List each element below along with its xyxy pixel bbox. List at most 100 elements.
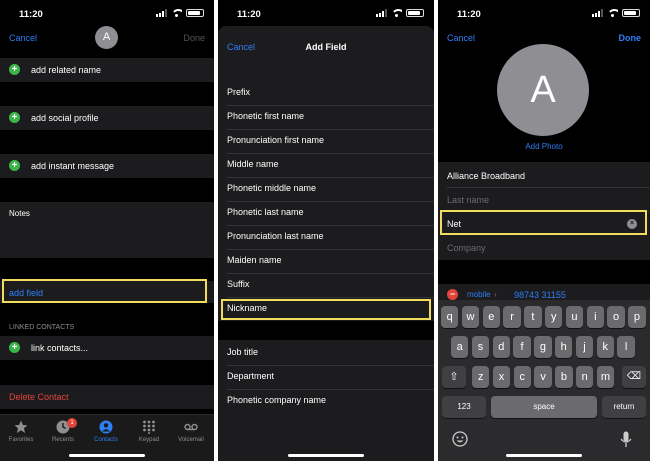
avatar[interactable]: A: [497, 44, 589, 136]
numbers-key[interactable]: 123: [442, 396, 486, 418]
add-instant-message-row[interactable]: + add instant message: [0, 154, 214, 178]
key-w[interactable]: w: [461, 306, 480, 328]
field-option[interactable]: Department: [227, 371, 274, 381]
done-button[interactable]: Done: [183, 33, 205, 43]
key-l[interactable]: l: [617, 336, 635, 358]
notes-field[interactable]: Notes: [0, 202, 214, 258]
signal-icon: [592, 9, 603, 17]
add-photo-link[interactable]: Add Photo: [438, 142, 650, 151]
key-n[interactable]: n: [576, 366, 594, 388]
divider: [227, 297, 434, 298]
key-d[interactable]: d: [492, 336, 510, 358]
cancel-button[interactable]: Cancel: [447, 33, 475, 43]
field-option[interactable]: Pronunciation first name: [227, 135, 324, 145]
key-c[interactable]: c: [513, 366, 531, 388]
wifi-icon: [607, 9, 618, 17]
add-social-profile-row[interactable]: + add social profile: [0, 106, 214, 130]
field-option[interactable]: Phonetic first name: [227, 111, 304, 121]
tab-contacts[interactable]: Contacts: [85, 420, 127, 443]
delete-contact-row[interactable]: Delete Contact: [0, 385, 214, 409]
signal-icon: [156, 9, 167, 17]
key-e[interactable]: e: [482, 306, 500, 328]
wifi-icon: [391, 9, 402, 17]
field-option[interactable]: Job title: [227, 347, 258, 357]
field-option[interactable]: Prefix: [227, 87, 250, 97]
contact-edit-screen: 11:20 Cancel A Done + add related name +…: [0, 0, 214, 461]
status-bar: 11:20: [218, 0, 434, 26]
field-option[interactable]: Phonetic middle name: [227, 183, 316, 193]
linked-contacts-header: LINKED CONTACTS: [9, 324, 75, 331]
field-option[interactable]: Phonetic last name: [227, 207, 304, 217]
chevron-right-icon: ›: [494, 290, 497, 299]
field-option[interactable]: Middle name: [227, 159, 279, 169]
key-y[interactable]: y: [545, 306, 563, 328]
divider: [227, 249, 434, 250]
link-contacts-row[interactable]: + link contacts...: [0, 336, 214, 360]
phone-label[interactable]: mobile: [467, 290, 491, 299]
signal-icon: [376, 9, 387, 17]
tab-voicemail[interactable]: Voicemail: [170, 420, 212, 443]
microphone-icon[interactable]: [620, 431, 632, 448]
key-u[interactable]: u: [565, 306, 584, 328]
status-icons: [376, 9, 424, 17]
remove-icon[interactable]: −: [447, 289, 458, 300]
key-t[interactable]: t: [524, 306, 542, 328]
recents-badge: 1: [67, 418, 77, 428]
key-x[interactable]: x: [492, 366, 511, 388]
key-g[interactable]: g: [534, 336, 552, 358]
status-time: 11:20: [19, 9, 43, 20]
status-icons: [156, 9, 204, 17]
key-i[interactable]: i: [586, 306, 604, 328]
key-j[interactable]: j: [575, 336, 594, 358]
tab-label: Contacts: [94, 437, 118, 443]
first-name-field[interactable]: Alliance Broadband: [447, 171, 525, 181]
delete-key[interactable]: ⌫: [622, 366, 646, 388]
key-h[interactable]: h: [555, 336, 573, 358]
key-v[interactable]: v: [534, 366, 552, 388]
key-o[interactable]: o: [607, 306, 625, 328]
add-icon: +: [9, 342, 20, 353]
status-bar: 11:20: [0, 0, 214, 26]
field-option[interactable]: Maiden name: [227, 255, 282, 265]
tab-favorites[interactable]: Favorites: [0, 420, 42, 443]
key-f[interactable]: f: [513, 336, 531, 358]
done-button[interactable]: Done: [619, 33, 642, 43]
shift-key[interactable]: ⇧: [442, 366, 466, 388]
key-s[interactable]: s: [471, 336, 490, 358]
key-p[interactable]: p: [628, 306, 646, 328]
divider: [227, 105, 434, 106]
status-icons: [592, 9, 640, 17]
key-z[interactable]: z: [472, 366, 490, 388]
add-icon: +: [9, 160, 20, 171]
status-time: 11:20: [457, 9, 481, 20]
company-field[interactable]: Company: [447, 243, 486, 253]
field-option[interactable]: Phonetic company name: [227, 395, 326, 405]
add-field-screen: 11:20 Cancel Add Field Prefix Phonetic fi…: [218, 0, 434, 461]
tab-keypad[interactable]: Keypad: [128, 420, 170, 443]
key-a[interactable]: a: [451, 336, 469, 358]
battery-icon: [186, 9, 204, 17]
key-r[interactable]: r: [503, 306, 521, 328]
field-option[interactable]: Suffix: [227, 279, 249, 289]
return-key[interactable]: return: [602, 396, 646, 418]
delete-contact-button: Delete Contact: [9, 392, 69, 402]
field-option[interactable]: Nickname: [227, 303, 267, 313]
tab-recents[interactable]: 1 Recents: [42, 418, 84, 443]
last-name-field[interactable]: Last name: [447, 195, 489, 205]
avatar[interactable]: A: [95, 26, 118, 49]
status-bar: 11:20: [438, 0, 650, 26]
key-k[interactable]: k: [596, 336, 614, 358]
tab-label: Favorites: [8, 437, 34, 443]
divider: [227, 153, 434, 154]
key-q[interactable]: q: [441, 306, 459, 328]
emoji-icon[interactable]: [452, 431, 468, 447]
divider: [447, 187, 650, 188]
key-m[interactable]: m: [596, 366, 615, 388]
key-b[interactable]: b: [555, 366, 573, 388]
cancel-button[interactable]: Cancel: [9, 33, 37, 43]
space-key[interactable]: space: [491, 396, 597, 418]
add-related-name-row[interactable]: + add related name: [0, 58, 214, 82]
tab-label: Keypad: [138, 437, 160, 443]
voicemail-icon: [184, 423, 198, 431]
field-option[interactable]: Pronunciation last name: [227, 231, 324, 241]
